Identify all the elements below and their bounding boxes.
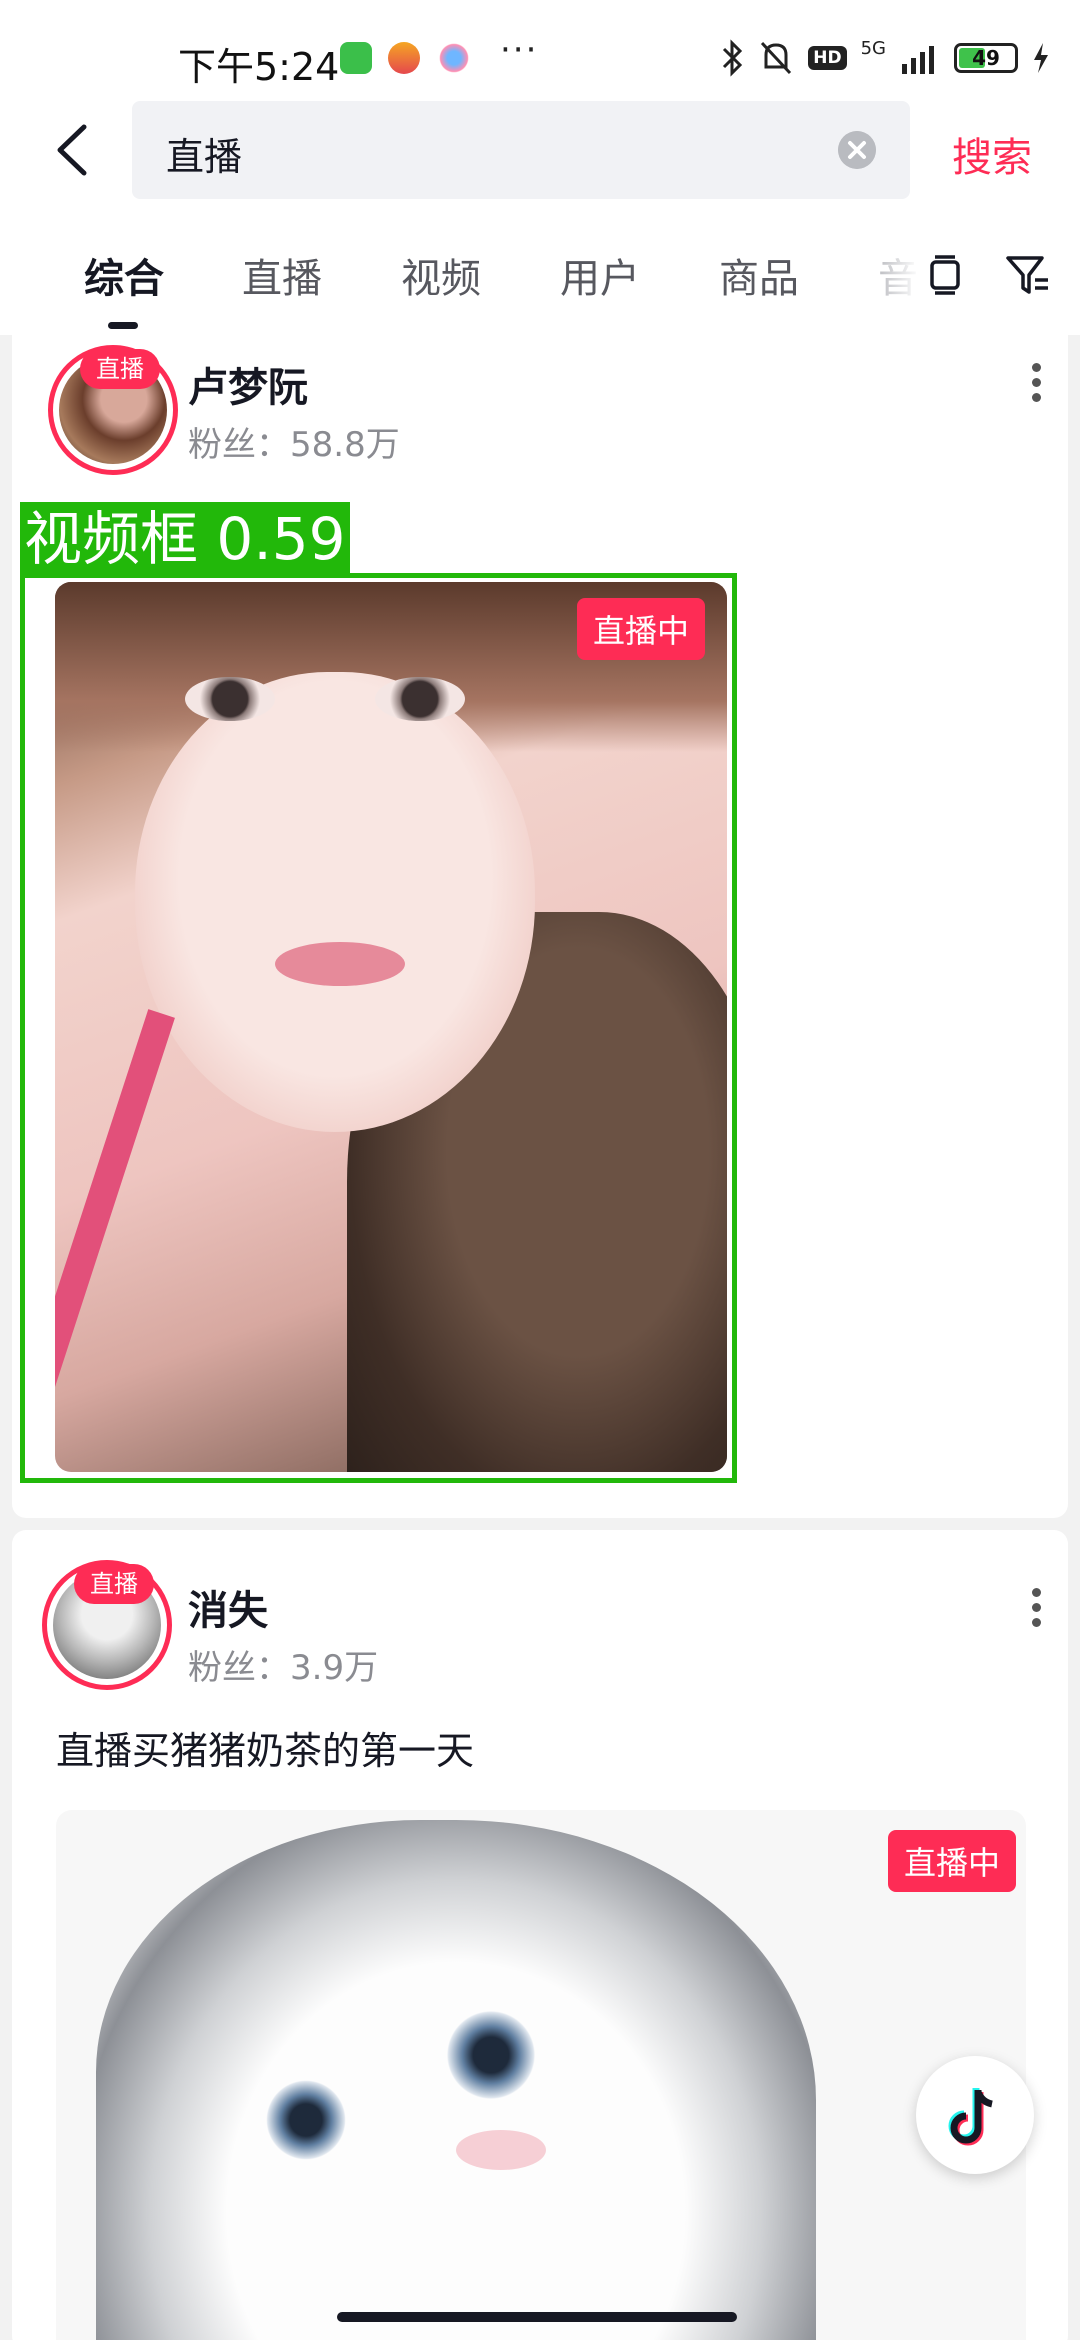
tab-fade: [880, 240, 920, 300]
battery-icon: 49: [954, 43, 1018, 73]
battery-level: 49: [972, 46, 1000, 70]
cloud-app-icon: [438, 42, 470, 74]
card-layout-icon[interactable]: [920, 250, 970, 300]
search-button[interactable]: 搜索: [952, 125, 1032, 183]
bluetooth-icon: [723, 39, 743, 77]
tab-video[interactable]: 视频: [401, 246, 481, 304]
detection-label: 视频框 0.59: [20, 502, 350, 576]
network-type: 5G: [860, 37, 886, 59]
status-bar: 下午5:24 ··· HD 5G 49: [0, 0, 1080, 95]
tab-live[interactable]: 直播: [242, 246, 322, 304]
mute-bell-icon: [761, 41, 792, 75]
cover-blush: [456, 2130, 546, 2170]
status-time: 下午5:24: [178, 45, 340, 89]
douyin-logo-icon: [948, 2088, 993, 2146]
cover-eye-right: [436, 2010, 546, 2100]
result-tabs: 综合 直播 视频 用户 商品 音: [0, 210, 1080, 335]
hd-badge: HD: [808, 46, 847, 70]
live-now-badge: 直播中: [888, 1830, 1017, 1892]
douyin-float-button[interactable]: [916, 2056, 1034, 2174]
wechat-app-icon: [340, 42, 372, 74]
58-app-icon: [388, 42, 420, 74]
filter-icon[interactable]: [1002, 250, 1052, 300]
username[interactable]: 卢梦阮: [188, 355, 308, 413]
home-indicator[interactable]: [337, 2312, 737, 2322]
tab-user[interactable]: 用户: [560, 246, 640, 304]
cover-eye-left: [256, 2080, 356, 2160]
close-circle-icon[interactable]: [838, 131, 876, 169]
status-icons: HD 5G 49: [720, 36, 1050, 80]
charging-icon: [1034, 43, 1048, 73]
signal-icon: [902, 46, 934, 74]
avatar-live-badge: 直播: [80, 349, 160, 389]
search-input-value: 直播: [166, 135, 243, 179]
username[interactable]: 消失: [188, 1578, 268, 1636]
tab-goods[interactable]: 商品: [719, 246, 799, 304]
search-input[interactable]: 直播: [132, 101, 910, 199]
search-header: 直播 搜索: [0, 95, 1080, 210]
live-cover[interactable]: 直播中: [56, 1810, 1026, 2340]
more-options-button[interactable]: [1016, 1582, 1056, 1652]
result-card[interactable]: 直播 消失 粉丝：3.9万 直播买猪猪奶茶的第一天 直播中: [12, 1530, 1068, 2340]
tab-all[interactable]: 综合: [84, 246, 164, 304]
back-button[interactable]: [40, 115, 110, 185]
tab-indicator: [108, 322, 138, 329]
avatar-live-badge: 直播: [74, 1564, 154, 1604]
status-more: ···: [500, 30, 539, 70]
fans-count: 粉丝：3.9万: [188, 1648, 379, 1688]
detection-box: [20, 573, 737, 1483]
more-options-button[interactable]: [1016, 357, 1056, 427]
fans-count: 粉丝：58.8万: [188, 425, 400, 465]
description: 直播买猪猪奶茶的第一天: [56, 1729, 475, 1773]
